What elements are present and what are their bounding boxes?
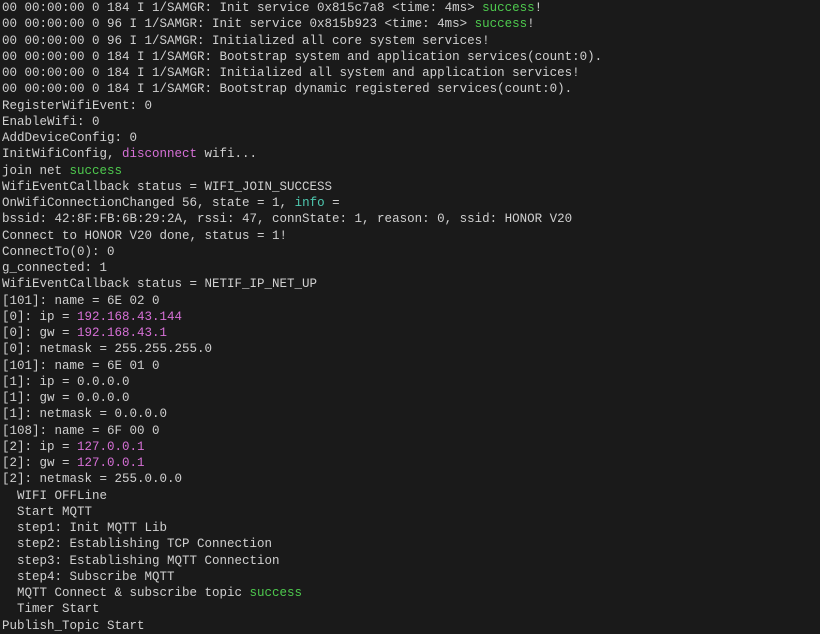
log-line: [0]: netmask = 255.255.255.0 xyxy=(2,341,818,357)
log-line: bssid: 42:8F:FB:6B:29:2A, rssi: 47, conn… xyxy=(2,211,818,227)
log-line: step1: Init MQTT Lib xyxy=(2,520,818,536)
log-segment: OnWifiConnectionChanged 56, state = 1, xyxy=(2,196,295,210)
log-line: WifiEventCallback status = WIFI_JOIN_SUC… xyxy=(2,179,818,195)
log-line: [0]: ip = 192.168.43.144 xyxy=(2,309,818,325)
log-segment: [1]: gw = 0.0.0.0 xyxy=(2,391,130,405)
log-segment: 00 00:00:00 0 184 I 1/SAMGR: Bootstrap s… xyxy=(2,50,602,64)
terminal-output: 00 00:00:00 0 184 I 1/SAMGR: Init servic… xyxy=(0,0,820,634)
log-line: [108]: name = 6F 00 0 xyxy=(2,423,818,439)
log-line: [1]: gw = 0.0.0.0 xyxy=(2,390,818,406)
log-segment: [1]: netmask = 0.0.0.0 xyxy=(2,407,167,421)
log-segment: WifiEventCallback status = WIFI_JOIN_SUC… xyxy=(2,180,332,194)
log-line: 00 00:00:00 0 184 I 1/SAMGR: Init servic… xyxy=(2,0,818,16)
log-line: Publish_Topic Start xyxy=(2,618,818,634)
log-segment: step4: Subscribe MQTT xyxy=(2,570,175,584)
log-segment: [0]: ip = xyxy=(2,310,77,324)
log-line: [101]: name = 6E 01 0 xyxy=(2,358,818,374)
log-segment: 127.0.0.1 xyxy=(77,440,145,454)
log-line: step4: Subscribe MQTT xyxy=(2,569,818,585)
log-line: step3: Establishing MQTT Connection xyxy=(2,553,818,569)
log-segment: WIFI OFFLine xyxy=(2,489,107,503)
log-segment: wifi... xyxy=(197,147,257,161)
log-segment: 127.0.0.1 xyxy=(77,456,145,470)
log-segment: g_connected: 1 xyxy=(2,261,107,275)
log-segment: = xyxy=(325,196,340,210)
log-segment: success xyxy=(475,17,528,31)
log-line: step2: Establishing TCP Connection xyxy=(2,536,818,552)
log-segment: [101]: name = 6E 02 0 xyxy=(2,294,160,308)
log-segment: [2]: netmask = 255.0.0.0 xyxy=(2,472,182,486)
log-line: 00 00:00:00 0 96 I 1/SAMGR: Initialized … xyxy=(2,33,818,49)
log-segment: 192.168.43.1 xyxy=(77,326,167,340)
log-line: MQTT Connect & subscribe topic success xyxy=(2,585,818,601)
log-segment: 192.168.43.144 xyxy=(77,310,182,324)
log-line: [1]: ip = 0.0.0.0 xyxy=(2,374,818,390)
log-line: WIFI OFFLine xyxy=(2,488,818,504)
log-line: ConnectTo(0): 0 xyxy=(2,244,818,260)
log-segment: EnableWifi: 0 xyxy=(2,115,100,129)
log-segment: bssid: 42:8F:FB:6B:29:2A, rssi: 47, conn… xyxy=(2,212,572,226)
log-line: [1]: netmask = 0.0.0.0 xyxy=(2,406,818,422)
log-segment: success xyxy=(70,164,123,178)
log-segment: success xyxy=(482,1,535,15)
log-segment: 00 00:00:00 0 96 I 1/SAMGR: Init service… xyxy=(2,17,475,31)
log-segment: AddDeviceConfig: 0 xyxy=(2,131,137,145)
log-line: AddDeviceConfig: 0 xyxy=(2,130,818,146)
log-segment: step3: Establishing MQTT Connection xyxy=(2,554,280,568)
log-segment: WifiEventCallback status = NETIF_IP_NET_… xyxy=(2,277,317,291)
log-segment: Start MQTT xyxy=(2,505,92,519)
log-line: Connect to HONOR V20 done, status = 1! xyxy=(2,228,818,244)
log-segment: [2]: ip = xyxy=(2,440,77,454)
log-segment: [0]: netmask = 255.255.255.0 xyxy=(2,342,212,356)
log-line: RegisterWifiEvent: 0 xyxy=(2,98,818,114)
log-line: [0]: gw = 192.168.43.1 xyxy=(2,325,818,341)
log-line: Start MQTT xyxy=(2,504,818,520)
log-segment: Timer Start xyxy=(2,602,100,616)
log-segment: info xyxy=(295,196,325,210)
log-line: g_connected: 1 xyxy=(2,260,818,276)
log-line: 00 00:00:00 0 184 I 1/SAMGR: Bootstrap d… xyxy=(2,81,818,97)
log-segment: ConnectTo(0): 0 xyxy=(2,245,115,259)
log-segment: [2]: gw = xyxy=(2,456,77,470)
log-segment: join net xyxy=(2,164,70,178)
log-segment: Connect to HONOR V20 done, status = 1! xyxy=(2,229,287,243)
log-segment: InitWifiConfig, xyxy=(2,147,122,161)
log-line: [2]: netmask = 255.0.0.0 xyxy=(2,471,818,487)
log-segment: MQTT Connect & subscribe topic xyxy=(2,586,250,600)
log-line: join net success xyxy=(2,163,818,179)
log-line: 00 00:00:00 0 184 I 1/SAMGR: Initialized… xyxy=(2,65,818,81)
log-line: Timer Start xyxy=(2,601,818,617)
log-line: OnWifiConnectionChanged 56, state = 1, i… xyxy=(2,195,818,211)
log-segment: step2: Establishing TCP Connection xyxy=(2,537,272,551)
log-segment: [101]: name = 6E 01 0 xyxy=(2,359,160,373)
log-segment: 00 00:00:00 0 184 I 1/SAMGR: Bootstrap d… xyxy=(2,82,572,96)
log-segment: [108]: name = 6F 00 0 xyxy=(2,424,160,438)
log-segment: 00 00:00:00 0 184 I 1/SAMGR: Init servic… xyxy=(2,1,482,15)
log-segment: disconnect xyxy=(122,147,197,161)
log-segment: ! xyxy=(527,17,535,31)
log-line: [2]: ip = 127.0.0.1 xyxy=(2,439,818,455)
log-segment: [1]: ip = 0.0.0.0 xyxy=(2,375,130,389)
log-line: WifiEventCallback status = NETIF_IP_NET_… xyxy=(2,276,818,292)
log-line: EnableWifi: 0 xyxy=(2,114,818,130)
log-segment: success xyxy=(250,586,303,600)
log-segment: 00 00:00:00 0 184 I 1/SAMGR: Initialized… xyxy=(2,66,580,80)
log-segment: Publish_Topic Start xyxy=(2,619,145,633)
log-line: [2]: gw = 127.0.0.1 xyxy=(2,455,818,471)
log-line: 00 00:00:00 0 96 I 1/SAMGR: Init service… xyxy=(2,16,818,32)
log-segment: 00 00:00:00 0 96 I 1/SAMGR: Initialized … xyxy=(2,34,490,48)
log-segment: step1: Init MQTT Lib xyxy=(2,521,167,535)
log-line: 00 00:00:00 0 184 I 1/SAMGR: Bootstrap s… xyxy=(2,49,818,65)
log-segment: ! xyxy=(535,1,543,15)
log-segment: [0]: gw = xyxy=(2,326,77,340)
log-line: InitWifiConfig, disconnect wifi... xyxy=(2,146,818,162)
log-line: [101]: name = 6E 02 0 xyxy=(2,293,818,309)
log-segment: RegisterWifiEvent: 0 xyxy=(2,99,152,113)
